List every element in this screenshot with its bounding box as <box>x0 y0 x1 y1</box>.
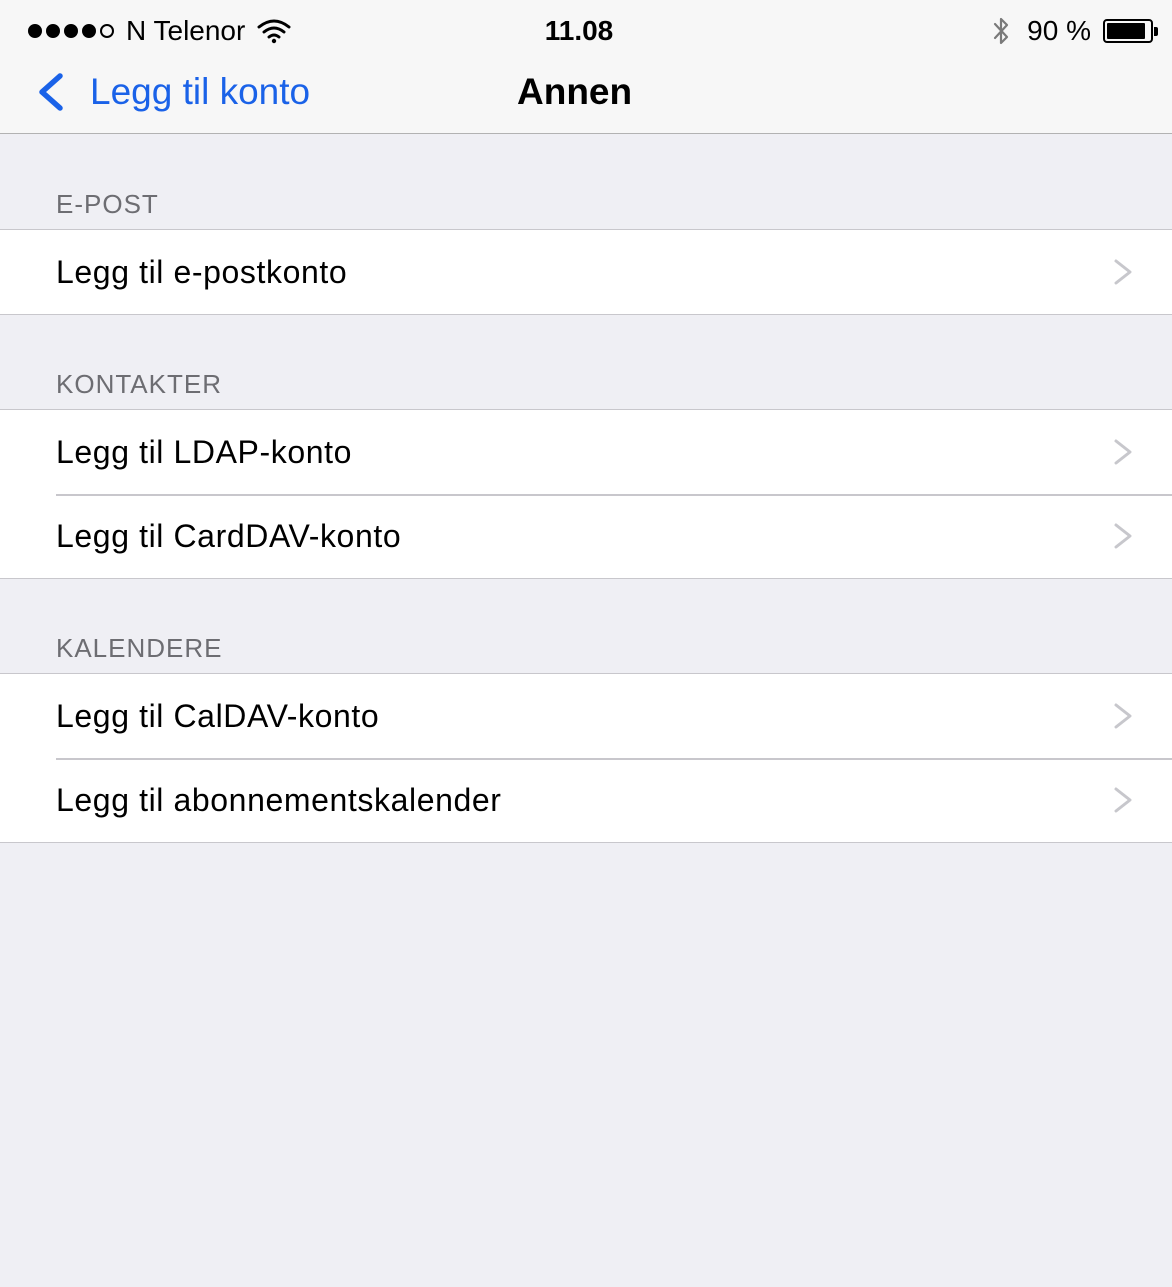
section-header-e-post: E-POST <box>56 189 159 219</box>
chevron-left-icon <box>39 73 63 111</box>
row-label: Legg til abonnementskalender <box>56 781 502 818</box>
chevron-right-icon <box>1114 703 1132 729</box>
add-caldav-account-row[interactable]: Legg til CalDAV-konto <box>0 674 1172 758</box>
status-right: 90 % <box>989 14 1158 48</box>
row-label: Legg til LDAP-konto <box>56 433 353 470</box>
chevron-right-icon <box>1114 787 1132 813</box>
chevron-right-icon <box>1114 439 1132 465</box>
navigation-bar: Legg til konto Annen <box>0 62 1172 134</box>
add-subscribed-calendar-row[interactable]: Legg til abonnementskalender <box>0 758 1172 842</box>
group-e-post: Legg til e-postkonto <box>0 229 1172 315</box>
bluetooth-icon <box>994 17 1009 45</box>
status-bar: N Telenor 11.08 90 % <box>0 0 1172 62</box>
chevron-right-icon <box>1114 259 1132 285</box>
page-title: Annen <box>517 71 633 112</box>
row-label: Legg til e-postkonto <box>56 253 348 290</box>
battery-body <box>1103 19 1153 43</box>
section-header-kontakter: KONTAKTER <box>56 369 222 399</box>
back-button[interactable]: Legg til konto <box>30 62 310 122</box>
group-kontakter: Legg til LDAP-konto Legg til CardDAV-kon… <box>0 409 1172 579</box>
add-ldap-account-row[interactable]: Legg til LDAP-konto <box>0 410 1172 494</box>
add-carddav-account-row[interactable]: Legg til CardDAV-konto <box>0 494 1172 578</box>
group-kalendere: Legg til CalDAV-konto Legg til abonnemen… <box>0 673 1172 843</box>
chevron-right-icon <box>1114 523 1132 549</box>
screen: N Telenor 11.08 90 % Legg til konto Anne… <box>0 0 1172 1287</box>
battery-icon <box>1103 19 1158 43</box>
battery-percentage: 90 % <box>1027 15 1091 46</box>
back-button-label: Legg til konto <box>90 71 311 112</box>
battery-tip <box>1154 26 1158 36</box>
section-header-kalendere: KALENDERE <box>56 633 223 663</box>
battery-fill <box>1107 23 1145 39</box>
row-label: Legg til CardDAV-konto <box>56 517 402 554</box>
row-label: Legg til CalDAV-konto <box>56 697 380 734</box>
add-email-account-row[interactable]: Legg til e-postkonto <box>0 230 1172 314</box>
